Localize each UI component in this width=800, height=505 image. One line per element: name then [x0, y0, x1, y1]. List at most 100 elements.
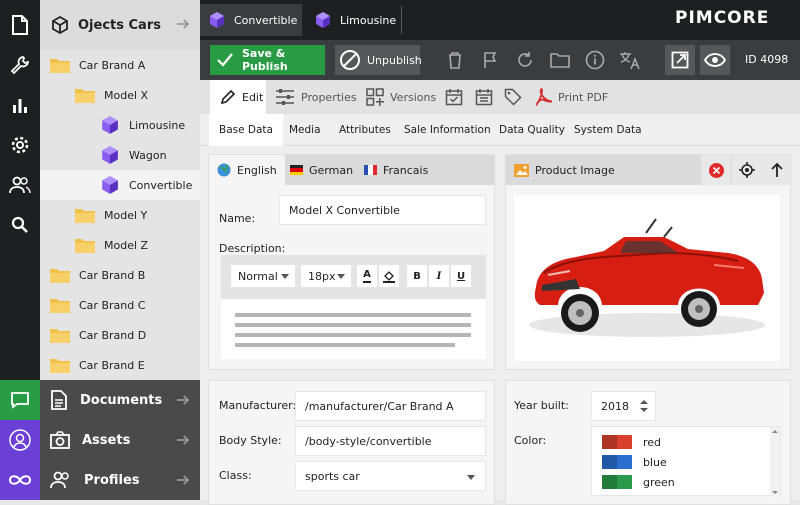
manufacturer-field[interactable]: /manufacturer/Car Brand A — [295, 391, 486, 421]
info-icon[interactable] — [580, 45, 610, 75]
tree-node[interactable]: Car Brand D — [40, 320, 200, 350]
infinity-icon[interactable] — [0, 460, 40, 500]
arrow-right-icon — [176, 473, 190, 487]
folder-icon[interactable] — [545, 45, 575, 75]
tab-base-data[interactable]: Base Data — [209, 114, 283, 146]
tab-convertible[interactable]: Convertible — [200, 4, 302, 36]
tab-attributes[interactable]: Attributes — [329, 114, 401, 146]
calendar-icon[interactable] — [475, 80, 493, 114]
tab-francais[interactable]: Francais — [356, 155, 436, 185]
color-option[interactable]: green — [602, 475, 675, 489]
tab-label: Print PDF — [558, 90, 609, 104]
arrow-right-icon[interactable] — [176, 17, 190, 31]
calendar-check-icon[interactable] — [445, 80, 463, 114]
object-tree-panel: Ojects Cars Car Brand A Model X Limousine W… — [40, 0, 200, 380]
profiles-nav[interactable]: Profiles — [40, 460, 200, 500]
tab-properties[interactable]: Properties — [275, 80, 357, 114]
tab-system-data[interactable]: System Data — [564, 114, 652, 146]
tab-edit[interactable]: Edit — [210, 80, 266, 114]
search-icon[interactable] — [0, 205, 40, 245]
underline-button[interactable]: U — [451, 265, 471, 287]
document-icon[interactable] — [0, 5, 40, 45]
pdf-icon — [534, 88, 552, 106]
tree-node[interactable]: Model X — [40, 80, 200, 110]
content-area: English German Francais Name: Model X Co… — [200, 146, 800, 505]
tree-node-label: Car Brand A — [79, 58, 146, 72]
color-multiselect[interactable]: red blue green — [591, 426, 781, 497]
trash-icon[interactable] — [440, 45, 470, 75]
tree-node-label: Wagon — [129, 148, 167, 162]
profiles-label: Profiles — [84, 472, 140, 488]
bold-button[interactable]: B — [407, 265, 427, 287]
class-select[interactable]: sports car — [295, 461, 486, 491]
cube-icon — [100, 115, 120, 135]
translate-icon[interactable] — [615, 45, 645, 75]
format-select[interactable]: Normal — [231, 265, 295, 287]
tab-versions[interactable]: Versions — [366, 80, 436, 114]
fill-color-icon[interactable] — [379, 265, 399, 287]
name-field[interactable]: Model X Convertible — [279, 195, 486, 225]
tab-english[interactable]: English — [209, 155, 285, 185]
tree-node-label: Car Brand D — [79, 328, 147, 342]
scrollbar[interactable] — [770, 427, 780, 497]
image-panel-title-wrap: Product Image — [506, 155, 623, 185]
users-icon[interactable] — [0, 165, 40, 205]
tab-data-quality[interactable]: Data Quality — [489, 114, 575, 146]
eye-icon[interactable] — [700, 45, 730, 75]
german-flag-icon — [290, 165, 303, 175]
bodystyle-field[interactable]: /body-style/convertible — [295, 426, 486, 456]
color-option[interactable]: blue — [602, 455, 667, 469]
editor-body[interactable] — [221, 299, 486, 359]
year-field[interactable]: 2018 — [591, 391, 656, 421]
bar-chart-icon[interactable] — [0, 85, 40, 125]
reload-icon[interactable] — [510, 45, 540, 75]
folder-icon — [50, 327, 70, 343]
save-publish-button[interactable]: Save & Publish — [210, 45, 325, 75]
tree-node[interactable]: Model Y — [40, 200, 200, 230]
tree-node[interactable]: Car Brand B — [40, 260, 200, 290]
color-label: blue — [643, 455, 667, 469]
folder-icon — [75, 237, 95, 253]
tree-node[interactable]: Model Z — [40, 230, 200, 260]
wrench-icon[interactable] — [0, 45, 40, 85]
user-profile-icon[interactable] — [0, 420, 40, 460]
tree-node-label: Model X — [104, 88, 149, 102]
year-value: 2018 — [601, 399, 629, 413]
folder-icon — [50, 57, 70, 73]
tree-node-label: Car Brand E — [79, 358, 145, 372]
product-image[interactable] — [514, 195, 780, 361]
color-option[interactable]: red — [602, 435, 661, 449]
tag-icon[interactable] — [504, 80, 522, 114]
gear-icon[interactable] — [0, 125, 40, 165]
open-external-icon[interactable] — [665, 45, 695, 75]
tab-media[interactable]: Media — [279, 114, 331, 146]
delete-image-button[interactable] — [701, 155, 731, 185]
crosshair-button[interactable] — [732, 155, 762, 185]
tree-node[interactable]: Car Brand E — [40, 350, 200, 380]
description-label: Description: — [219, 242, 286, 255]
tab-sale-information[interactable]: Sale Information — [394, 114, 501, 146]
chat-icon[interactable] — [0, 380, 40, 420]
folder-icon — [50, 267, 70, 283]
tab-print-pdf[interactable]: Print PDF — [534, 80, 608, 114]
upload-button[interactable] — [762, 155, 792, 185]
unpublish-button[interactable]: Unpublish — [335, 45, 422, 75]
spinner-icon[interactable] — [640, 399, 648, 413]
text-color-button[interactable]: A — [357, 265, 377, 287]
tree-node[interactable]: Convertible — [40, 170, 200, 200]
description-editor[interactable]: Normal 18px A B I U — [221, 255, 486, 359]
class-label: Class: — [219, 469, 252, 482]
tree-node[interactable]: Limousine — [40, 110, 200, 140]
font-size-select[interactable]: 18px — [301, 265, 351, 287]
section-tabs: Base Data Media Attributes Sale Informat… — [200, 114, 800, 146]
assets-nav[interactable]: Assets — [40, 420, 200, 460]
flag-icon[interactable] — [475, 45, 505, 75]
tree-node[interactable]: Wagon — [40, 140, 200, 170]
documents-nav[interactable]: Documents — [40, 380, 200, 420]
tab-german[interactable]: German — [282, 155, 361, 185]
tree-node[interactable]: Car Brand C — [40, 290, 200, 320]
italic-button[interactable]: I — [429, 265, 449, 287]
tree-node[interactable]: Car Brand A — [40, 50, 200, 80]
placeholder-line — [235, 343, 455, 347]
tab-limousine[interactable]: Limousine — [306, 4, 398, 36]
